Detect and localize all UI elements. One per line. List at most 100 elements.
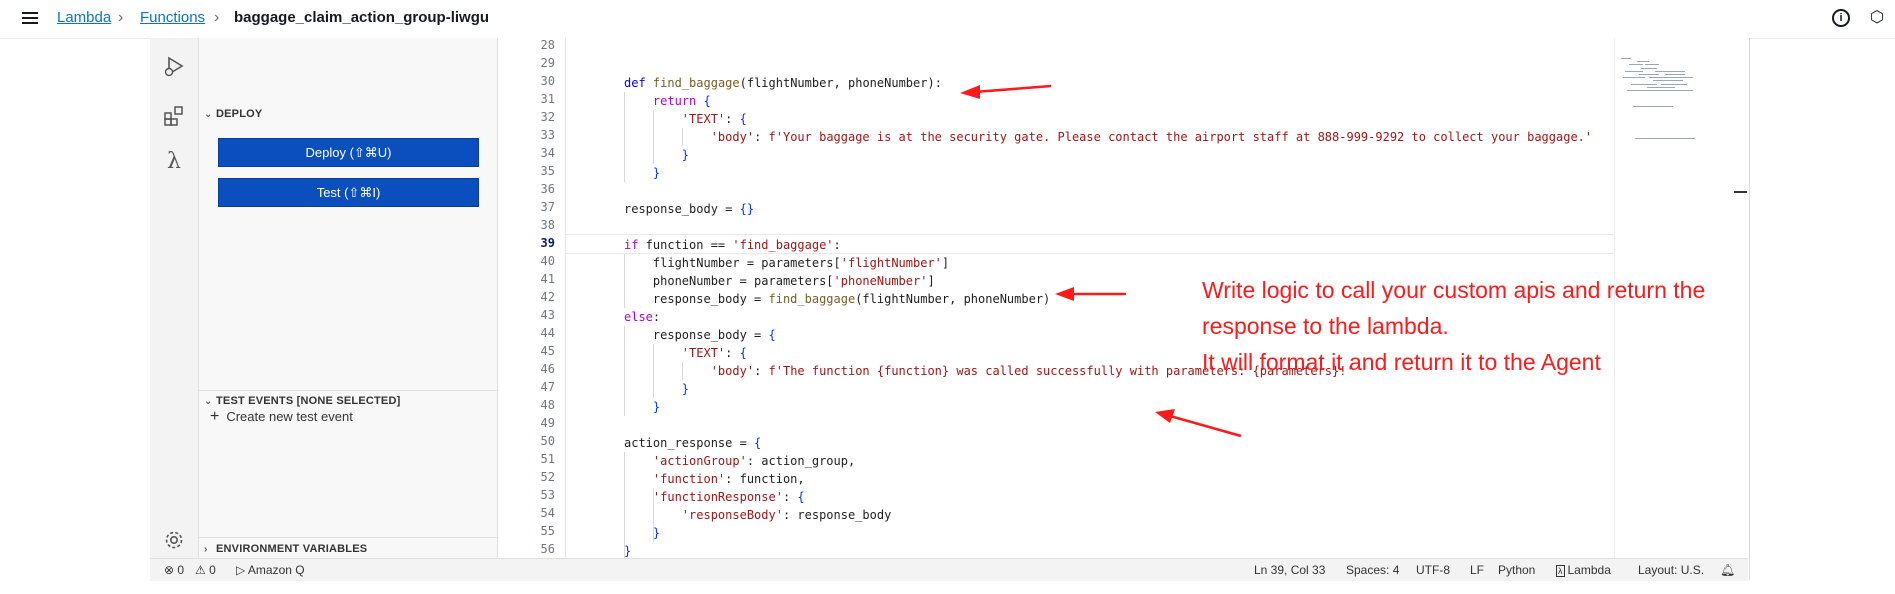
annotation-line-1: Write logic to call your custom apis and… [1202,277,1706,303]
breadcrumb-current-function: baggage_claim_action_group-liwgu [234,9,490,26]
indent-guide [623,326,625,416]
info-icon[interactable]: i [1832,9,1850,27]
keyboard-layout[interactable]: Layout: U.S. [1638,563,1704,577]
minimap-line [1641,67,1657,69]
code-line: flightNumber = parameters['flightNumber'… [624,256,950,270]
lambda-status-label: Lambda [1567,563,1611,577]
code-line: 'TEXT': { [681,112,747,126]
minimap-line [1637,61,1649,63]
minimap-line [1661,83,1687,85]
deploy-section-label: DEPLOY [216,108,263,120]
minimap-line [1639,74,1659,75]
minimap-line [1623,77,1645,79]
end-of-line[interactable]: LF [1470,563,1484,577]
status-bar: ⊗ 0 ⚠ 0 ▷ Amazon Q Ln 39, Col 33 Spaces:… [150,558,1748,581]
line-number: 38 [540,218,555,232]
line-number: 53 [540,488,555,502]
code-line: 'responseBody': response_body [681,508,892,522]
line-number: 45 [540,344,555,358]
line-number: 33 [540,128,555,142]
code-line: response_body = find_baggage(flightNumbe… [624,292,1051,306]
minimap-line [1667,70,1685,72]
cloudshell-icon[interactable]: ⬡ [1868,9,1886,27]
minimap-line [1647,86,1675,88]
lambda-status[interactable]: λ Lambda [1556,563,1611,577]
code-line: } [681,148,690,162]
code-line: 'actionGroup': action_group, [652,454,856,468]
test-events-section-label: TEST EVENTS [NONE SELECTED] [216,395,401,407]
code-line: else: [624,310,661,324]
minimap-line [1635,138,1695,139]
line-number: 40 [540,254,555,268]
code-line: 'TEXT': { [681,346,747,360]
deploy-section-header[interactable]: ⌄ DEPLOY [204,108,262,120]
minimap-line [1625,70,1643,72]
amazon-q-status[interactable]: ▷ Amazon Q [236,563,305,577]
code-line: action_response = { [624,436,762,450]
play-icon: ▷ [236,563,248,577]
line-number: 43 [540,308,555,322]
plus-icon: + [210,408,220,425]
chevron-right-icon: › [214,9,220,26]
line-number: 37 [540,200,555,214]
indent-guide [623,452,625,558]
create-test-event-link[interactable]: + Create new test event [210,408,353,426]
test-button[interactable]: Test (⇧⌘I) [218,178,479,207]
problems-warnings-count[interactable]: ⚠ 0 [195,563,216,577]
sidebar-divider [199,537,497,538]
hamburger-menu-icon[interactable] [22,10,38,26]
breadcrumb-functions-link[interactable]: Functions [140,9,205,26]
bell-icon[interactable]: 🔔︎ [1720,563,1735,577]
line-number: 31 [540,92,555,106]
deploy-button[interactable]: Deploy (⇧⌘U) [218,138,479,167]
annotation-line-3: It will format it and return it to the A… [1202,349,1601,375]
minimap-line [1663,90,1693,91]
env-vars-section-label: ENVIRONMENT VARIABLES [216,543,368,555]
scrollbar-marker [1734,191,1747,193]
minimap-line [1671,77,1693,79]
indent-guide [623,254,625,308]
indentation-setting[interactable]: Spaces: 4 [1346,563,1399,577]
line-number: 49 [540,416,555,430]
minimap-line [1633,106,1673,107]
minimap-line [1665,74,1685,75]
chevron-down-icon: ⌄ [204,396,213,407]
problems-errors-count[interactable]: ⊗ 0 [164,563,184,577]
line-number: 28 [540,38,555,52]
test-events-section-header[interactable]: ⌄ TEST EVENTS [NONE SELECTED] [204,395,400,407]
code-line: response_body = {} [624,202,755,216]
environment-variables-section-header[interactable]: › ENVIRONMENT VARIABLES [204,543,367,555]
lambda-icon[interactable]: λ [162,150,186,174]
line-number: 42 [540,290,555,304]
chevron-right-icon: › [204,544,208,555]
line-number: 39 [540,236,555,250]
line-number: 46 [540,362,555,376]
minimap-line [1621,58,1631,59]
code-line: phoneNumber = parameters['phoneNumber'] [624,274,935,288]
line-number: 48 [540,398,555,412]
run-debug-icon[interactable] [162,54,186,78]
file-encoding[interactable]: UTF-8 [1416,563,1450,577]
indent-guide [652,110,654,164]
line-number: 30 [540,74,555,88]
cursor-position[interactable]: Ln 39, Col 33 [1254,563,1325,577]
line-number: 32 [540,110,555,124]
code-line: } [681,382,690,396]
minimap-line [1645,64,1659,66]
code-line: } [652,526,661,540]
breadcrumb-lambda-link[interactable]: Lambda [57,9,111,26]
minimap-line [1659,80,1683,82]
line-number-gutter: 28 29 30 31 32 33 34 35 36 37 38 39 40 41 42 43 44 45 46 47… [498,38,564,558]
line-number: 34 [540,146,555,160]
line-number: 35 [540,164,555,178]
line-number: 52 [540,470,555,484]
minimap-line [1631,83,1657,85]
line-number: 56 [540,542,555,556]
extensions-icon[interactable] [162,104,186,128]
code-line: response_body = { [624,328,776,342]
line-number: 50 [540,434,555,448]
line-number: 36 [540,182,555,196]
language-mode[interactable]: Python [1498,563,1535,577]
chevron-right-icon: › [118,9,124,26]
settings-icon[interactable] [162,528,186,552]
